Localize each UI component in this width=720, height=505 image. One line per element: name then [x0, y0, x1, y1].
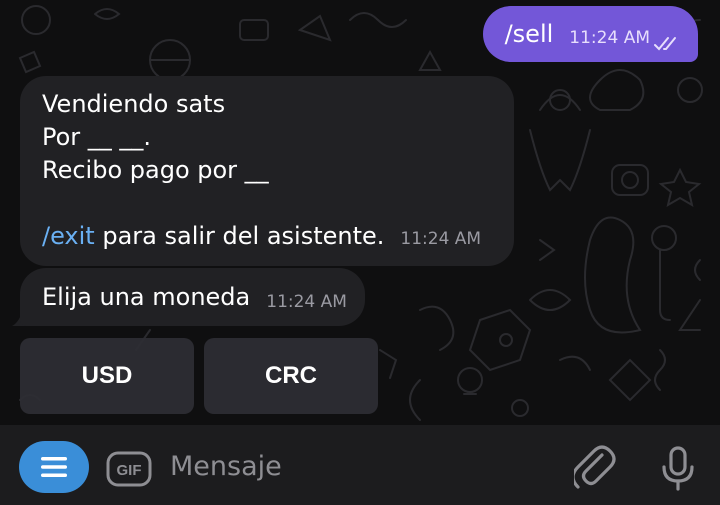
- message-line: Por __ __.: [42, 123, 152, 151]
- gif-icon[interactable]: GIF: [106, 451, 152, 487]
- command-description: para salir del asistente.: [94, 222, 385, 250]
- incoming-message-choose-currency[interactable]: Elija una moneda 11:24 AM: [20, 268, 365, 326]
- bot-menu-button[interactable]: [19, 441, 89, 493]
- message-text: /sell: [504, 19, 554, 48]
- message-list[interactable]: /sell 11:24 AM Vendiendo sats Por __ __.…: [0, 0, 720, 425]
- message-line: Recibo pago por __: [42, 156, 269, 184]
- currency-button-crc[interactable]: CRC: [204, 338, 378, 414]
- double-check-icon: [654, 37, 676, 51]
- message-line: Vendiendo sats: [42, 90, 226, 118]
- exit-command-link[interactable]: /exit: [42, 220, 95, 253]
- message-input[interactable]: [170, 445, 550, 487]
- paperclip-icon[interactable]: [574, 445, 616, 493]
- message-input-bar: GIF: [0, 425, 720, 505]
- chat-screen: /sell 11:24 AM Vendiendo sats Por __ __.…: [0, 0, 720, 505]
- gif-label: GIF: [117, 462, 142, 479]
- message-line: /exit para salir del asistente. 11:24 AM: [42, 220, 492, 256]
- message-time: 11:24 AM: [569, 27, 650, 48]
- outgoing-message[interactable]: /sell 11:24 AM: [482, 6, 698, 62]
- menu-icon: [41, 457, 67, 477]
- microphone-icon[interactable]: [660, 445, 696, 493]
- currency-button-usd[interactable]: USD: [20, 338, 194, 414]
- incoming-message-instructions[interactable]: Vendiendo sats Por __ __. Recibo pago po…: [20, 76, 514, 266]
- message-time: 11:24 AM: [400, 229, 482, 249]
- message-time: 11:24 AM: [266, 291, 347, 312]
- message-text: Elija una moneda: [42, 282, 251, 311]
